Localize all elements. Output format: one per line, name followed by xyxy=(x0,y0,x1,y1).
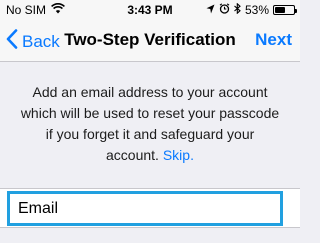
battery-icon xyxy=(273,5,297,15)
description-text: Add an email address to your account whi… xyxy=(0,82,300,166)
status-right: 53% xyxy=(206,2,297,17)
skip-link[interactable]: Skip. xyxy=(163,147,194,163)
navigation-bar: Back Two-Step Verification Next xyxy=(0,20,300,62)
email-field-row xyxy=(0,188,300,228)
alarm-clock-icon xyxy=(219,3,230,17)
next-button[interactable]: Next xyxy=(255,30,292,50)
battery-fill xyxy=(275,7,285,13)
description-body: Add an email address to your account whi… xyxy=(20,84,280,163)
location-arrow-icon xyxy=(206,3,215,17)
email-field[interactable] xyxy=(7,191,283,226)
status-bar: No SIM 3:43 PM 53% xyxy=(0,0,300,20)
screen: No SIM 3:43 PM 53% Back Two-Step Verific… xyxy=(0,0,300,243)
battery-percent: 53% xyxy=(244,3,269,17)
bluetooth-icon xyxy=(234,2,241,17)
